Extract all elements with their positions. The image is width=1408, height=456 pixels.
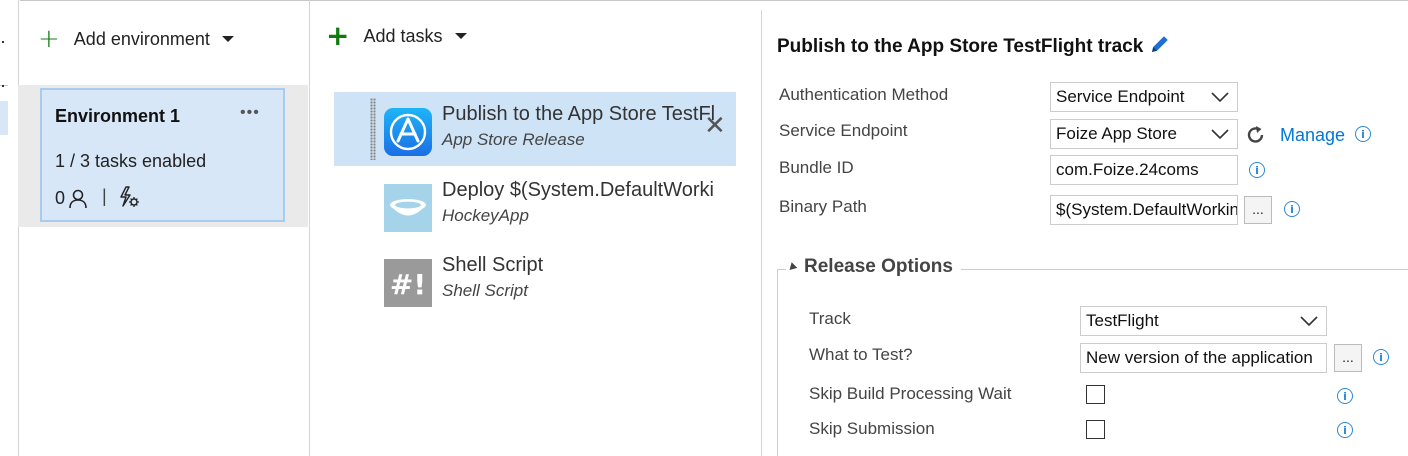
binary-path-browse-button[interactable]: ...	[1244, 196, 1272, 224]
task-name: Deploy $(System.DefaultWorkingDirectory)	[442, 179, 714, 201]
task-item-publish-app-store[interactable]: Publish to the App Store TestFlight trac…	[334, 92, 736, 166]
service-endpoint-select[interactable]: Foize App Store	[1050, 119, 1238, 149]
task-item-shell-script[interactable]: #! Shell Script Shell Script	[334, 243, 736, 317]
task-name: Publish to the App Store TestFlight trac…	[442, 103, 714, 125]
auth-method-value: Service Endpoint	[1056, 87, 1185, 106]
plus-icon: +	[326, 19, 350, 52]
chevron-down-icon	[1211, 92, 1229, 103]
gutter-mark	[2, 85, 4, 87]
plus-icon: +	[38, 24, 60, 54]
binary-path-label: Binary Path	[779, 197, 867, 216]
info-icon[interactable]: i	[1284, 201, 1300, 217]
release-options-toggle[interactable]: Release Options	[786, 256, 961, 278]
info-icon[interactable]: i	[1373, 349, 1389, 365]
service-endpoint-label: Service Endpoint	[779, 121, 908, 140]
info-icon[interactable]: i	[1337, 388, 1353, 404]
pencil-icon[interactable]	[1149, 33, 1171, 60]
svg-text:#!: #!	[390, 268, 426, 301]
chevron-down-icon[interactable]	[454, 33, 467, 39]
close-icon[interactable]: ✕	[704, 113, 726, 139]
skip-build-processing-wait-checkbox[interactable]	[1086, 385, 1105, 404]
bundle-id-input[interactable]: com.Foize.24coms	[1050, 155, 1238, 185]
add-tasks-button[interactable]: + Add tasks	[326, 22, 467, 50]
approvers-count: 0	[55, 188, 66, 208]
chevron-down-icon	[1300, 316, 1318, 327]
add-tasks-label: Add tasks	[363, 25, 443, 46]
manage-link[interactable]: Manage	[1280, 125, 1345, 146]
info-icon[interactable]: i	[1337, 422, 1353, 438]
add-environment-button[interactable]: + Add environment	[38, 24, 234, 54]
release-options-legend: Release Options	[804, 256, 953, 277]
track-label: Track	[809, 309, 851, 328]
bundle-id-value: com.Foize.24coms	[1056, 160, 1199, 179]
info-icon[interactable]: i	[1249, 162, 1265, 178]
chevron-down-icon[interactable]	[221, 36, 234, 42]
service-endpoint-value: Foize App Store	[1056, 124, 1177, 143]
drag-handle[interactable]	[370, 98, 376, 160]
what-to-test-browse-button[interactable]: ...	[1334, 344, 1362, 372]
track-value: TestFlight	[1086, 311, 1159, 330]
task-subtitle: HockeyApp	[442, 206, 529, 225]
what-to-test-input[interactable]: New version of the application	[1080, 343, 1327, 373]
collapse-triangle-icon	[786, 261, 798, 273]
trigger-settings-icon[interactable]	[117, 185, 141, 213]
gutter-selection	[0, 101, 8, 135]
binary-path-value: $(System.DefaultWorkingDirectory)	[1056, 200, 1238, 219]
auth-method-select[interactable]: Service Endpoint	[1050, 82, 1238, 112]
top-border	[20, 0, 1408, 1]
bundle-id-label: Bundle ID	[779, 158, 854, 177]
skip-build-processing-wait-label: Skip Build Processing Wait	[809, 384, 1012, 403]
app-store-icon	[384, 108, 432, 156]
refresh-icon[interactable]	[1245, 124, 1267, 150]
details-title-text: Publish to the App Store TestFlight trac…	[777, 35, 1144, 57]
more-options-icon[interactable]: •••	[240, 104, 260, 122]
skip-submission-label: Skip Submission	[809, 419, 935, 438]
what-to-test-value: New version of the application	[1086, 348, 1313, 367]
column-divider	[309, 0, 310, 456]
chevron-down-icon	[1211, 129, 1229, 140]
task-name: Shell Script	[442, 254, 544, 276]
person-icon	[69, 189, 87, 208]
column-divider	[761, 10, 762, 456]
track-select[interactable]: TestFlight	[1080, 306, 1327, 336]
approvers-indicator[interactable]: 0	[55, 188, 88, 209]
what-to-test-label: What to Test?	[809, 345, 913, 364]
task-subtitle: Shell Script	[442, 281, 528, 300]
task-details-title: Publish to the App Store TestFlight trac…	[777, 33, 1171, 60]
gutter-mark	[2, 41, 4, 43]
environment-task-status: 1 / 3 tasks enabled	[55, 151, 207, 171]
skip-submission-checkbox[interactable]	[1086, 420, 1105, 439]
environment-title: Environment 1	[55, 106, 181, 126]
auth-method-label: Authentication Method	[779, 85, 949, 104]
binary-path-input[interactable]: $(System.DefaultWorkingDirectory)	[1050, 195, 1238, 225]
add-environment-label: Add environment	[73, 28, 210, 49]
info-icon[interactable]: i	[1355, 126, 1371, 142]
column-divider	[18, 0, 19, 456]
shell-script-icon: #!	[384, 259, 432, 307]
approvers-separator: |	[102, 186, 107, 206]
hockeyapp-icon	[384, 184, 432, 232]
task-subtitle: App Store Release	[442, 130, 585, 149]
task-item-deploy-hockeyapp[interactable]: Deploy $(System.DefaultWorkingDirectory)…	[334, 168, 736, 242]
